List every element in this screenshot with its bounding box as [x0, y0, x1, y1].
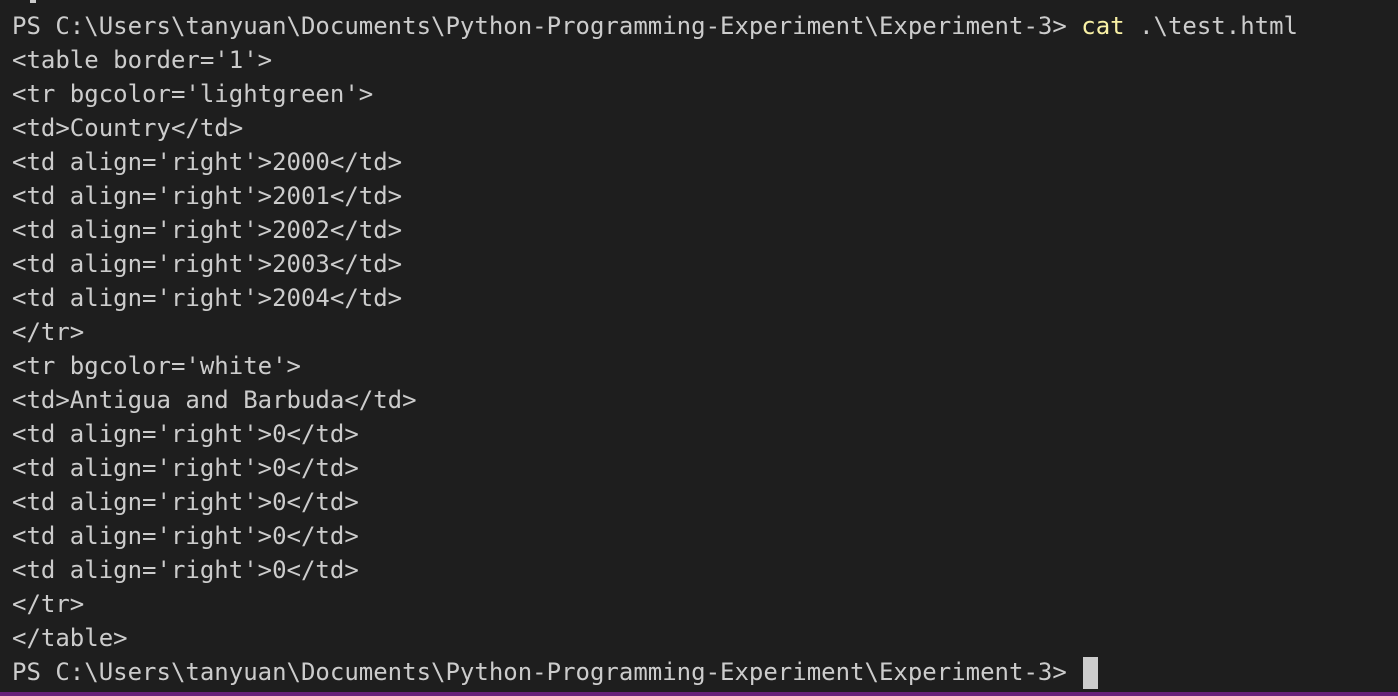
- output-line: <tr bgcolor='lightgreen'>: [12, 80, 374, 108]
- output-line: <td align='right'>0</td>: [12, 420, 359, 448]
- prompt-path: PS C:\Users\tanyuan\Documents\Python-Pro…: [12, 12, 1067, 40]
- output-line: <td align='right'>0</td>: [12, 488, 359, 516]
- command-line: PS C:\Users\tanyuan\Documents\Python-Pro…: [12, 9, 1398, 43]
- final-prompt-path: PS C:\Users\tanyuan\Documents\Python-Pro…: [12, 658, 1067, 686]
- output-line: </tr>: [12, 590, 85, 618]
- output-line: <td>Antigua and Barbuda</td>: [12, 386, 417, 414]
- output-line: <td align='right'>2003</td>: [12, 250, 403, 278]
- command-name: cat: [1081, 12, 1125, 40]
- output-line: <tr bgcolor='white'>: [12, 352, 301, 380]
- output-line: </table>: [12, 624, 128, 652]
- output-line: <td align='right'>2001</td>: [12, 182, 403, 210]
- output-line: <td align='right'>0</td>: [12, 522, 359, 550]
- output-line: <td align='right'>2004</td>: [12, 284, 403, 312]
- output-line: <td align='right'>2000</td>: [12, 148, 403, 176]
- output-line: </tr>: [12, 318, 85, 346]
- output-line: <td align='right'>0</td>: [12, 454, 359, 482]
- output-line: <td align='right'>2002</td>: [12, 216, 403, 244]
- input-line[interactable]: PS C:\Users\tanyuan\Documents\Python-Pro…: [12, 655, 1398, 689]
- text-cursor[interactable]: [1083, 657, 1099, 689]
- status-bar-edge: [0, 692, 1398, 696]
- output-line: <td>Country</td>: [12, 114, 244, 142]
- output-line: <td align='right'>0</td>: [12, 556, 359, 584]
- scrolled-off-line: [12, 0, 36, 3]
- output-line: <table border='1'>: [12, 46, 273, 74]
- command-argument: .\test.html: [1139, 12, 1299, 40]
- terminal-panel[interactable]: PS C:\Users\tanyuan\Documents\Python-Pro…: [0, 0, 1398, 692]
